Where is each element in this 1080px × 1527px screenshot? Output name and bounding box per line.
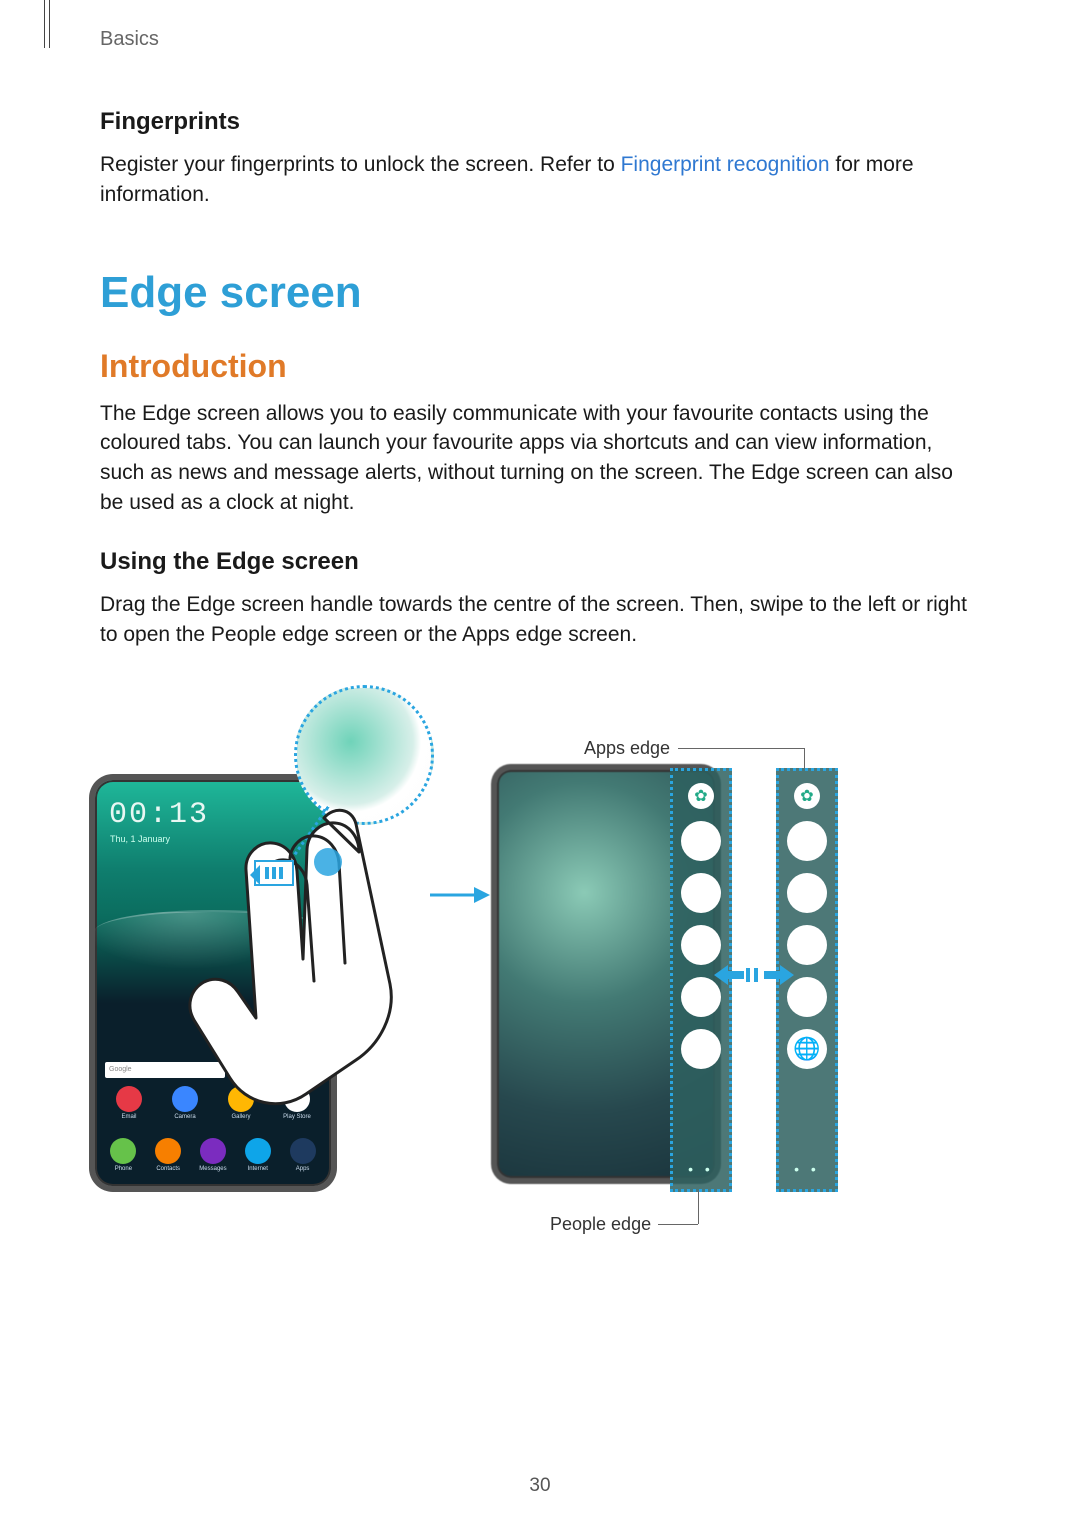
margin-rule [49, 0, 50, 48]
messages-icon [200, 1138, 226, 1164]
swipe-left-indicator-icon [254, 860, 294, 886]
people-edge-label: People edge [550, 1214, 651, 1235]
page-number: 30 [0, 1475, 1080, 1497]
gear-icon: ✿ [688, 783, 714, 809]
clock-date: Thu, 1 January [110, 834, 170, 844]
leader-line [678, 748, 804, 749]
app-icon: Email [113, 1086, 145, 1120]
arrow-right-icon [430, 885, 490, 905]
email-icon [116, 1086, 142, 1112]
calculator-app-icon: ± [787, 821, 827, 861]
app-icon: Messages [197, 1138, 229, 1172]
using-edge-heading: Using the Edge screen [100, 548, 970, 576]
leader-line [658, 1224, 698, 1225]
introduction-heading: Introduction [100, 348, 970, 385]
pager-dots-icon: • • [688, 1161, 714, 1177]
swipe-both-indicator-icon [714, 960, 794, 990]
edge-screen-heading: Edge screen [100, 268, 970, 318]
app-label: Internet [242, 1166, 274, 1172]
app-icon: Internet [242, 1138, 274, 1172]
app-label: Play Store [281, 1114, 313, 1120]
phone-icon [110, 1138, 136, 1164]
using-edge-text: Drag the Edge screen handle towards the … [100, 590, 970, 650]
app-label: Gallery [225, 1114, 257, 1120]
camera-app-icon: ◉ [787, 873, 827, 913]
contact-avatar-icon [681, 925, 721, 965]
figure: 00:13 Thu, 1 January Google EmailCameraG… [100, 690, 970, 1250]
section-header: Basics [100, 28, 159, 51]
leader-line [804, 748, 805, 768]
gear-icon: ✿ [794, 783, 820, 809]
fingerprint-recognition-link[interactable]: Fingerprint recognition [621, 153, 830, 176]
page-content: Fingerprints Register your fingerprints … [100, 108, 970, 1250]
app-icon: Contacts [152, 1138, 184, 1172]
app-label: Apps [287, 1166, 319, 1172]
gallery-app-icon: ❀ [787, 925, 827, 965]
app-label: Phone [107, 1166, 139, 1172]
app-icon: Apps [287, 1138, 319, 1172]
apps-edge-label: Apps edge [584, 738, 670, 759]
app-label: Messages [197, 1166, 229, 1172]
margin-rule [44, 0, 45, 48]
app-label: Contacts [152, 1166, 184, 1172]
contact-avatar-icon [681, 821, 721, 861]
internet-app-icon: 🌐 [787, 1029, 827, 1069]
contact-avatar-icon [681, 1029, 721, 1069]
hand-gesture-icon [184, 798, 444, 1108]
dock-row: Phone Contacts Messages Internet Apps [95, 1138, 331, 1172]
leader-line [698, 1190, 699, 1224]
text: Register your fingerprints to unlock the… [100, 153, 621, 176]
fingerprints-heading: Fingerprints [100, 108, 970, 136]
introduction-text: The Edge screen allows you to easily com… [100, 399, 970, 518]
internet-icon [245, 1138, 271, 1164]
fingerprints-text: Register your fingerprints to unlock the… [100, 150, 970, 210]
pager-dots-icon: • • [794, 1161, 820, 1177]
contact-avatar-icon [681, 873, 721, 913]
contacts-icon [155, 1138, 181, 1164]
app-label: Email [113, 1114, 145, 1120]
app-label: Camera [169, 1114, 201, 1120]
apps-icon [290, 1138, 316, 1164]
app-icon: Phone [107, 1138, 139, 1172]
